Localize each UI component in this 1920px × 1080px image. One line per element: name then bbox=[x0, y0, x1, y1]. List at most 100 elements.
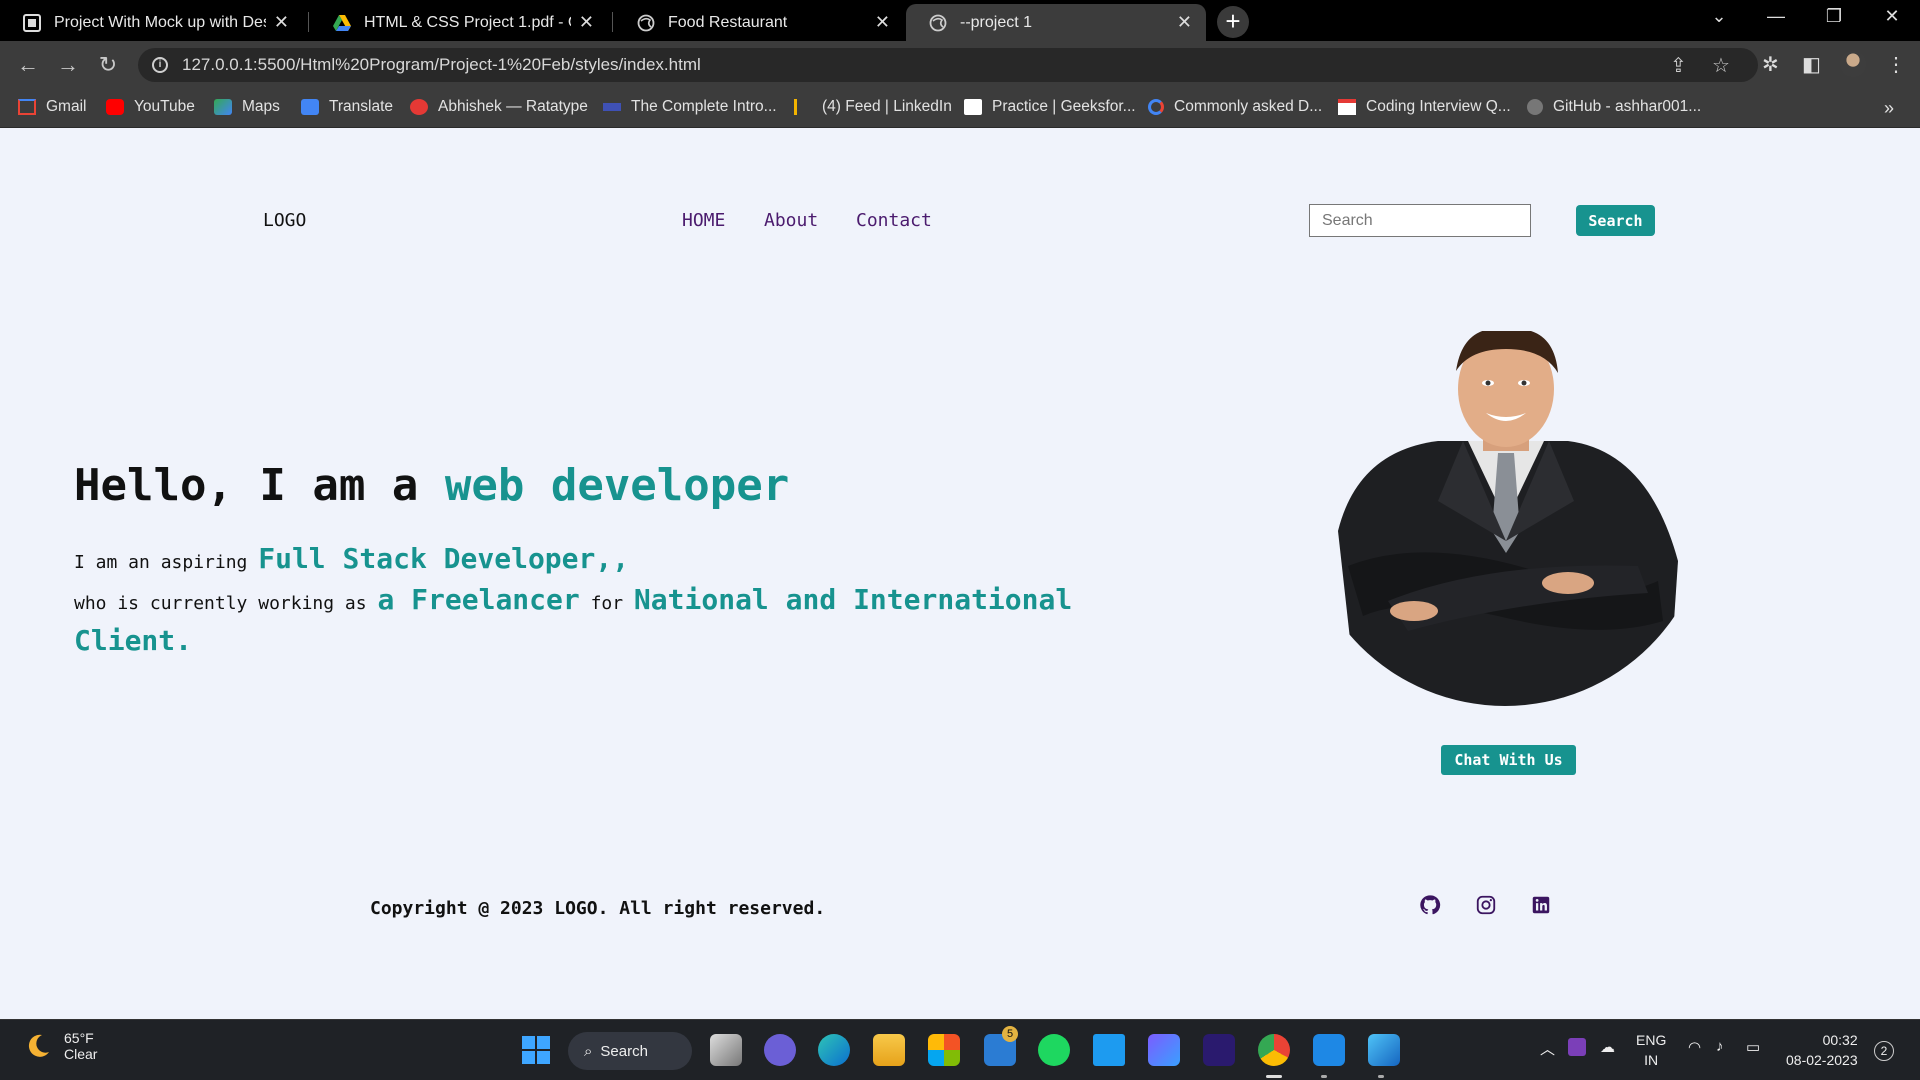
moon-icon bbox=[28, 1034, 49, 1057]
hero-role: Full Stack Developer,, bbox=[258, 542, 630, 575]
page-icon bbox=[22, 13, 42, 33]
back-arrow-icon[interactable]: ← bbox=[14, 51, 42, 79]
google-icon bbox=[1148, 99, 1164, 115]
close-icon[interactable]: ✕ bbox=[1177, 12, 1192, 33]
close-icon[interactable]: ✕ bbox=[274, 12, 289, 33]
hero-freelancer: a Freelancer bbox=[377, 583, 580, 616]
bookmark-translate[interactable]: Translate bbox=[301, 98, 393, 116]
bookmark-ratatype[interactable]: Abhishek — Ratatype bbox=[410, 98, 588, 116]
tab-html-css-pdf[interactable]: HTML & CSS Project 1.pdf - Goo ✕ bbox=[310, 4, 608, 41]
extensions-icon[interactable]: ✲ bbox=[1762, 52, 1779, 77]
new-tab-button[interactable]: + bbox=[1217, 6, 1249, 38]
teams-chat-icon[interactable] bbox=[764, 1034, 796, 1066]
wifi-icon[interactable]: ◠ bbox=[1688, 1038, 1701, 1056]
taskbar-search[interactable]: ⌕ Search bbox=[568, 1032, 692, 1070]
remote-desktop-icon[interactable] bbox=[1093, 1034, 1125, 1066]
forward-arrow-icon[interactable]: → bbox=[54, 51, 82, 79]
edge-icon[interactable] bbox=[818, 1034, 850, 1066]
paint-icon[interactable] bbox=[1368, 1034, 1400, 1066]
bookmark-github[interactable]: GitHub - ashhar001... bbox=[1527, 98, 1701, 116]
drive-icon bbox=[332, 13, 352, 33]
window-close-icon[interactable]: ✕ bbox=[1872, 6, 1912, 27]
document-icon bbox=[1338, 99, 1356, 115]
instagram-icon[interactable] bbox=[1475, 894, 1497, 916]
browser-tab-strip: Project With Mock up with Desig ✕ HTML &… bbox=[0, 0, 1920, 41]
translate-icon bbox=[301, 99, 319, 115]
chrome-icon[interactable] bbox=[1258, 1034, 1290, 1066]
nav-about[interactable]: About bbox=[764, 210, 818, 231]
restore-icon[interactable]: ❐ bbox=[1814, 6, 1854, 27]
more-menu-icon[interactable]: ⋮ bbox=[1886, 52, 1906, 77]
windows-start-icon[interactable] bbox=[520, 1034, 552, 1066]
bookmarks-bar: Gmail YouTube Maps Translate Abhishek — … bbox=[0, 89, 1920, 128]
tab-search-chevron-icon[interactable]: ⌄ bbox=[1699, 6, 1739, 27]
bookmark-coding-interview[interactable]: Coding Interview Q... bbox=[1338, 98, 1511, 116]
media-player-icon[interactable] bbox=[1148, 1034, 1180, 1066]
side-panel-icon[interactable]: ◧ bbox=[1802, 52, 1821, 77]
search-icon: ⌕ bbox=[584, 1042, 593, 1060]
linkedin-icon[interactable] bbox=[1530, 894, 1552, 916]
bookmark-star-icon[interactable]: ☆ bbox=[1712, 53, 1730, 78]
github-bookmark-icon bbox=[1527, 99, 1543, 115]
more-bookmarks-icon[interactable]: » bbox=[1884, 98, 1894, 119]
reload-icon[interactable]: ↻ bbox=[94, 51, 122, 79]
footer-copyright: Copyright @ 2023 LOGO. All right reserve… bbox=[370, 898, 826, 919]
nav-contact[interactable]: Contact bbox=[856, 210, 932, 231]
youtube-icon bbox=[106, 99, 124, 115]
battery-icon[interactable]: ▭ bbox=[1746, 1038, 1760, 1056]
bookmark-complete-intro[interactable]: The Complete Intro... bbox=[603, 98, 777, 116]
notification-badge[interactable]: 2 bbox=[1874, 1041, 1894, 1061]
search-button[interactable]: Search bbox=[1576, 205, 1655, 236]
bookmark-geeksforgeeks[interactable]: Practice | Geeksfor... bbox=[964, 98, 1136, 116]
bookmark-gmail[interactable]: Gmail bbox=[18, 98, 86, 116]
globe-icon bbox=[928, 13, 948, 33]
share-icon[interactable]: ⇪ bbox=[1670, 53, 1687, 78]
tab-food-restaurant[interactable]: Food Restaurant ✕ bbox=[614, 4, 904, 41]
file-explorer-icon[interactable] bbox=[873, 1034, 905, 1066]
system-clock[interactable]: 00:32 08-02-2023 bbox=[1786, 1030, 1858, 1070]
app-slash-icon[interactable] bbox=[1203, 1034, 1235, 1066]
page-viewport: LOGO HOME About Contact Search Hello, I … bbox=[0, 128, 1920, 1019]
volume-icon[interactable]: ♪ bbox=[1716, 1038, 1724, 1055]
vscode-icon[interactable] bbox=[1313, 1034, 1345, 1066]
language-indicator[interactable]: ENG IN bbox=[1636, 1030, 1666, 1070]
weather-condition: Clear bbox=[64, 1046, 98, 1062]
course-icon bbox=[603, 103, 621, 111]
developer-portrait-image bbox=[1338, 331, 1678, 706]
linkedin-feed-icon bbox=[794, 99, 812, 115]
chat-with-us-button[interactable]: Chat With Us bbox=[1441, 745, 1576, 775]
spotify-icon[interactable] bbox=[1038, 1034, 1070, 1066]
tab-project-1[interactable]: --project 1 ✕ bbox=[906, 4, 1206, 41]
onedrive-icon[interactable]: ☁ bbox=[1600, 1038, 1615, 1056]
github-icon[interactable] bbox=[1419, 894, 1441, 916]
globe-icon bbox=[636, 13, 656, 33]
gmail-icon bbox=[18, 99, 36, 115]
tab-title: --project 1 bbox=[960, 13, 1033, 31]
profile-avatar[interactable] bbox=[1840, 51, 1866, 77]
tab-project-mockup[interactable]: Project With Mock up with Desig ✕ bbox=[0, 4, 303, 41]
onenote-icon[interactable] bbox=[1568, 1038, 1586, 1056]
hero-title: Hello, I am a web developer bbox=[74, 460, 790, 511]
nav-home[interactable]: HOME bbox=[682, 210, 725, 231]
bookmark-commonly-asked[interactable]: Commonly asked D... bbox=[1148, 98, 1322, 116]
tray-chevron-icon[interactable]: ︿ bbox=[1540, 1038, 1555, 1059]
tab-title: Project With Mock up with Desig bbox=[54, 13, 266, 31]
close-icon[interactable]: ✕ bbox=[579, 12, 594, 33]
tab-title: Food Restaurant bbox=[668, 13, 788, 31]
task-view-icon[interactable] bbox=[710, 1034, 742, 1066]
bookmark-youtube[interactable]: YouTube bbox=[106, 98, 195, 116]
maps-icon bbox=[214, 99, 232, 115]
address-bar[interactable]: i 127.0.0.1:5500/Html%20Program/Project-… bbox=[138, 48, 1758, 82]
site-info-icon[interactable]: i bbox=[152, 57, 168, 73]
search-input[interactable] bbox=[1309, 204, 1531, 237]
ratatype-icon bbox=[410, 99, 428, 115]
site-logo[interactable]: LOGO bbox=[263, 210, 306, 231]
bookmark-maps[interactable]: Maps bbox=[214, 98, 280, 116]
microsoft-store-icon[interactable] bbox=[928, 1034, 960, 1066]
weather-temperature: 65°F bbox=[64, 1030, 94, 1046]
bookmark-linkedin[interactable]: (4) Feed | LinkedIn bbox=[794, 98, 952, 116]
minimize-icon[interactable]: — bbox=[1756, 6, 1796, 27]
hero-description: I am an aspiring Full Stack Developer,, … bbox=[74, 542, 1073, 657]
weather-widget[interactable]: 65°F Clear bbox=[24, 1030, 97, 1062]
close-icon[interactable]: ✕ bbox=[875, 12, 890, 33]
